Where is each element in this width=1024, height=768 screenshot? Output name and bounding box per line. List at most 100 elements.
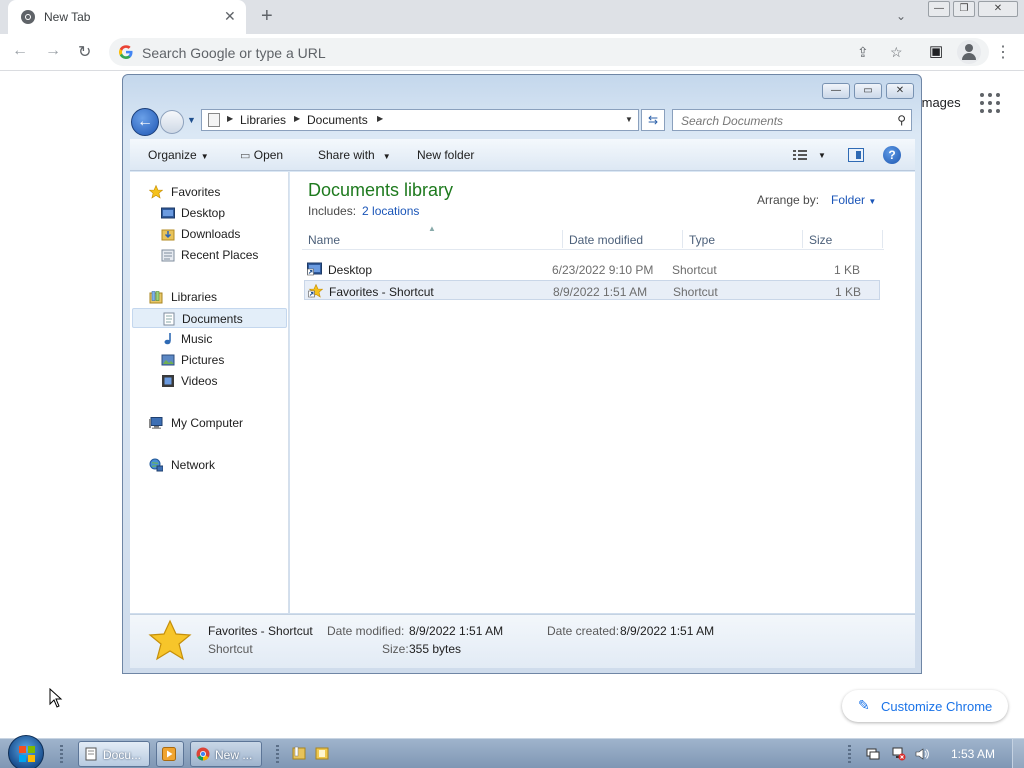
tab-search-icon[interactable]: ⌄ [896, 9, 906, 23]
help-icon[interactable]: ? [883, 146, 901, 164]
address-bar[interactable]: ▶ Libraries ▶ Documents ▶ ▼ [201, 109, 639, 131]
chrome-minimize-button[interactable]: — [928, 1, 950, 17]
new-folder-button[interactable]: New folder [417, 148, 474, 162]
forward-button-icon[interactable] [160, 110, 184, 134]
file-row[interactable]: Favorites - Shortcut 8/9/2022 1:51 AM Sh… [304, 280, 880, 300]
forward-arrow-icon[interactable]: → [45, 42, 61, 60]
back-button-icon[interactable]: ← [131, 108, 159, 136]
file-row[interactable]: Desktop 6/23/2022 9:10 PM Shortcut 1 KB [304, 259, 880, 279]
side-panel-icon[interactable]: ▣ [929, 42, 943, 60]
share-with-button[interactable]: Share with ▼ [318, 148, 391, 162]
taskbar-grip[interactable] [276, 745, 279, 763]
nav-libraries[interactable]: Libraries [130, 287, 288, 307]
nav-pictures[interactable]: Pictures [130, 350, 288, 370]
view-options-dropdown-icon[interactable]: ▼ [818, 151, 826, 160]
breadcrumb-arrow-icon[interactable]: ▶ [377, 114, 383, 123]
recent-places-icon [161, 249, 175, 262]
nav-desktop[interactable]: Desktop [130, 203, 288, 223]
chrome-menu-icon[interactable]: ⋮ [995, 42, 1011, 62]
omnibox[interactable]: Search Google or type a URL ⇪ ☆ [109, 38, 989, 66]
network-disconnected-icon[interactable] [892, 747, 906, 761]
volume-icon[interactable] [915, 747, 929, 761]
organize-button[interactable]: Organize ▼ [148, 148, 209, 162]
recent-pages-dropdown-icon[interactable]: ▼ [187, 115, 196, 125]
taskbar-explorer-button[interactable]: Docu... [78, 741, 150, 767]
breadcrumb-documents[interactable]: Documents [307, 113, 368, 127]
action-center-icon[interactable] [866, 747, 880, 761]
file-type: Shortcut [672, 263, 717, 277]
show-desktop-button[interactable] [1012, 739, 1024, 768]
google-apps-icon[interactable] [980, 93, 1000, 113]
start-button[interactable] [8, 735, 44, 768]
column-date-modified[interactable]: Date modified [569, 233, 643, 247]
search-icon[interactable]: ⚲ [897, 113, 906, 127]
taskbar-clock[interactable]: 1:53 AM [951, 747, 995, 761]
chrome-toolbar: ← → ↻ Search Google or type a URL ⇪ ☆ ▣ [0, 34, 1024, 71]
favorites-star-icon [148, 619, 192, 661]
chrome-favicon-icon [21, 10, 35, 24]
nav-music[interactable]: Music [130, 329, 288, 349]
videos-icon [162, 375, 174, 387]
arrange-by-label: Arrange by: [757, 193, 820, 207]
nav-my-computer[interactable]: My Computer [130, 413, 288, 433]
breadcrumb-arrow-icon[interactable]: ▶ [227, 114, 233, 123]
details-date-created: 8/9/2022 1:51 AM [620, 624, 715, 638]
customize-chrome-button[interactable]: ✎ Customize Chrome [842, 690, 1008, 722]
profile-avatar-icon[interactable] [957, 40, 981, 64]
images-link[interactable]: Images [918, 95, 961, 110]
libraries-icon [149, 291, 163, 304]
details-file-name: Favorites - Shortcut [208, 624, 313, 638]
taskbar-media-player-button[interactable] [156, 741, 184, 767]
search-placeholder: Search Documents [681, 114, 784, 128]
chrome-tabstrip: New Tab ✕ + ⌄ — ❐ ✕ [0, 0, 1024, 34]
explorer-quicklaunch-icon[interactable] [292, 746, 306, 760]
tab-close-icon[interactable]: ✕ [224, 8, 236, 25]
refresh-icon[interactable]: ⇆ [641, 109, 665, 131]
breadcrumb-arrow-icon[interactable]: ▶ [294, 114, 300, 123]
explorer-window: — ▭ ✕ ← ▼ ▶ Libraries ▶ Documents ▶ ▼ ⇆ … [122, 74, 922, 674]
taskbar-grip[interactable] [60, 745, 63, 763]
documents-icon [163, 312, 175, 326]
nav-downloads[interactable]: Downloads [130, 224, 288, 244]
arrange-by-dropdown[interactable]: Folder ▼ [831, 193, 876, 207]
search-documents-input[interactable]: Search Documents ⚲ [672, 109, 912, 131]
file-name: Desktop [328, 263, 373, 277]
chrome-close-button[interactable]: ✕ [978, 1, 1018, 17]
document-icon [208, 113, 220, 127]
star-icon [149, 185, 163, 199]
change-view-icon[interactable] [793, 149, 807, 161]
library-locations-link[interactable]: 2 locations [362, 204, 419, 218]
column-type[interactable]: Type [689, 233, 715, 247]
chrome-restore-button[interactable]: ❐ [953, 1, 975, 17]
column-size[interactable]: Size [809, 233, 832, 247]
nav-favorites[interactable]: Favorites [130, 182, 288, 202]
explorer-minimize-button[interactable]: — [822, 83, 850, 99]
explorer-close-button[interactable]: ✕ [886, 83, 914, 99]
preview-pane-icon[interactable] [848, 148, 864, 162]
reload-icon[interactable]: ↻ [78, 42, 91, 62]
desktop-icon [161, 207, 175, 219]
taskbar-chrome-button[interactable]: New ... [190, 741, 262, 767]
folder-quicklaunch-icon[interactable] [315, 746, 329, 760]
address-dropdown-icon[interactable]: ▼ [625, 115, 633, 124]
file-date: 8/9/2022 1:51 AM [553, 285, 648, 299]
favorites-shortcut-icon [308, 284, 323, 298]
details-date-modified: 8/9/2022 1:51 AM [409, 624, 504, 638]
back-arrow-icon[interactable]: ← [12, 42, 28, 60]
music-icon [164, 333, 171, 345]
nav-network[interactable]: Network [130, 455, 288, 475]
breadcrumb-libraries[interactable]: Libraries [240, 113, 286, 127]
bookmark-star-icon[interactable]: ☆ [890, 44, 903, 61]
share-icon[interactable]: ⇪ [857, 44, 869, 61]
new-tab-button[interactable]: + [261, 5, 273, 28]
column-name[interactable]: Name [308, 233, 340, 247]
open-button[interactable]: ▭ Open [240, 148, 283, 162]
nav-videos[interactable]: Videos [130, 371, 288, 391]
omnibox-placeholder: Search Google or type a URL [142, 45, 326, 61]
explorer-maximize-button[interactable]: ▭ [854, 83, 882, 99]
file-size: 1 KB [834, 285, 861, 299]
nav-documents[interactable]: Documents [132, 308, 287, 328]
tab-new-tab[interactable]: New Tab ✕ [8, 0, 246, 34]
windows-logo-icon [19, 746, 35, 762]
nav-recent-places[interactable]: Recent Places [130, 245, 288, 265]
